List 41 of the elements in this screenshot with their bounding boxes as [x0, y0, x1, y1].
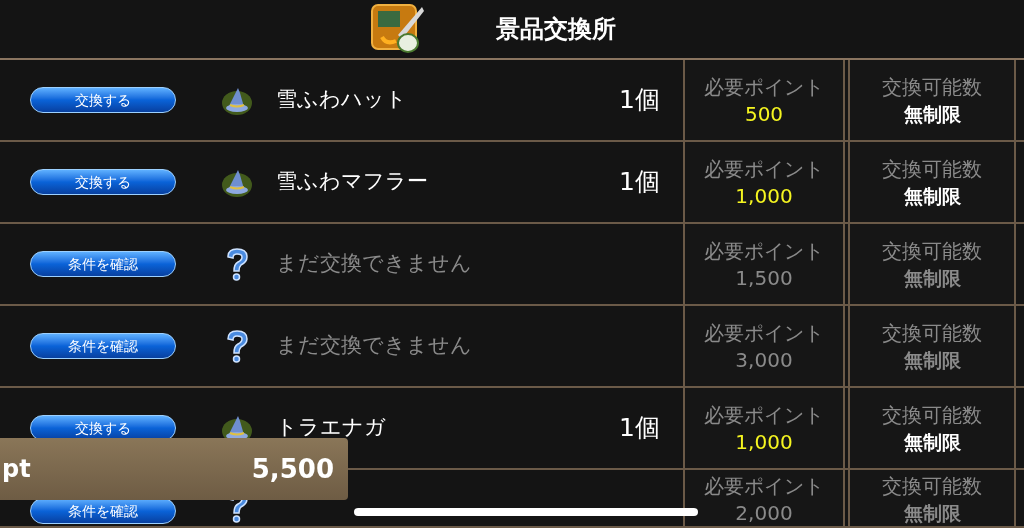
points-value: 1,500	[735, 265, 793, 291]
limit-value: 無制限	[903, 501, 961, 526]
check-conditions-button[interactable]: 条件を確認	[30, 498, 176, 524]
exchange-button[interactable]: 交換する	[30, 87, 176, 113]
limit-label: 交換可能数	[882, 320, 982, 347]
item-count: 1個	[619, 84, 660, 117]
limit-label: 交換可能数	[882, 473, 982, 500]
limit-value: 無制限	[903, 430, 961, 455]
points-value: 2,000	[735, 500, 793, 526]
check-conditions-button[interactable]: 条件を確認	[30, 251, 176, 277]
points-label: 必要ポイント	[704, 402, 824, 429]
check-conditions-button[interactable]: 条件を確認	[30, 333, 176, 359]
item-count: 1個	[619, 166, 660, 199]
window-title: 景品交換所	[496, 14, 616, 45]
points-total: 5,500	[251, 452, 334, 486]
limit-label: 交換可能数	[882, 156, 982, 183]
points-value: 3,000	[735, 347, 793, 373]
exchange-button[interactable]: 交換する	[30, 415, 176, 441]
limit-label: 交換可能数	[882, 74, 982, 101]
item-name: まだ交換できません	[276, 332, 472, 360]
limit-value: 無制限	[903, 348, 961, 373]
item-count: 1個	[619, 412, 660, 445]
item-name: 雪ふわマフラー	[276, 168, 428, 196]
points-unit: pt	[2, 454, 31, 485]
exchange-button[interactable]: 交換する	[30, 169, 176, 195]
limit-value: 無制限	[903, 266, 961, 291]
points-label: 必要ポイント	[704, 74, 824, 101]
points-value: 1,000	[735, 183, 793, 209]
item-name: まだ交換できません	[276, 250, 472, 278]
limit-value: 無制限	[903, 184, 961, 209]
item-name: トラエナガ	[276, 414, 386, 442]
points-label: 必要ポイント	[704, 156, 824, 183]
points-value: 1,000	[735, 429, 793, 455]
points-value: 500	[744, 101, 784, 127]
limit-label: 交換可能数	[882, 402, 982, 429]
limit-value: 無制限	[903, 102, 961, 127]
points-label: 必要ポイント	[704, 320, 824, 347]
item-name: 雪ふわハット	[276, 86, 407, 114]
points-label: 必要ポイント	[704, 238, 824, 265]
points-label: 必要ポイント	[704, 473, 824, 500]
limit-label: 交換可能数	[882, 238, 982, 265]
